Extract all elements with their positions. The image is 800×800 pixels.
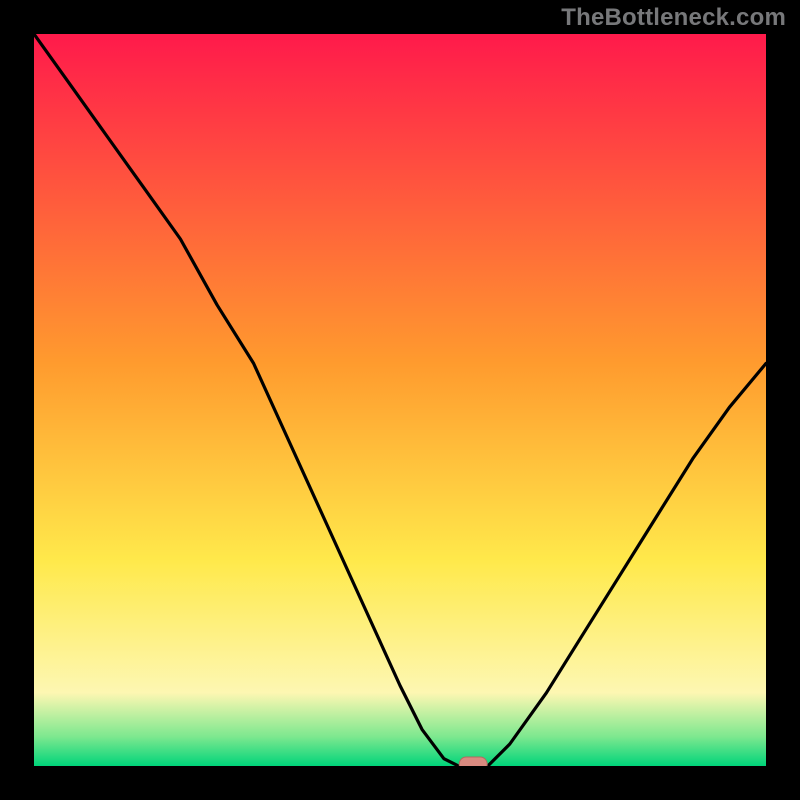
optimal-marker — [459, 757, 487, 766]
watermark-text: TheBottleneck.com — [561, 4, 786, 32]
gradient-background — [34, 34, 766, 766]
bottleneck-chart — [34, 34, 766, 766]
chart-frame: TheBottleneck.com — [0, 0, 800, 800]
